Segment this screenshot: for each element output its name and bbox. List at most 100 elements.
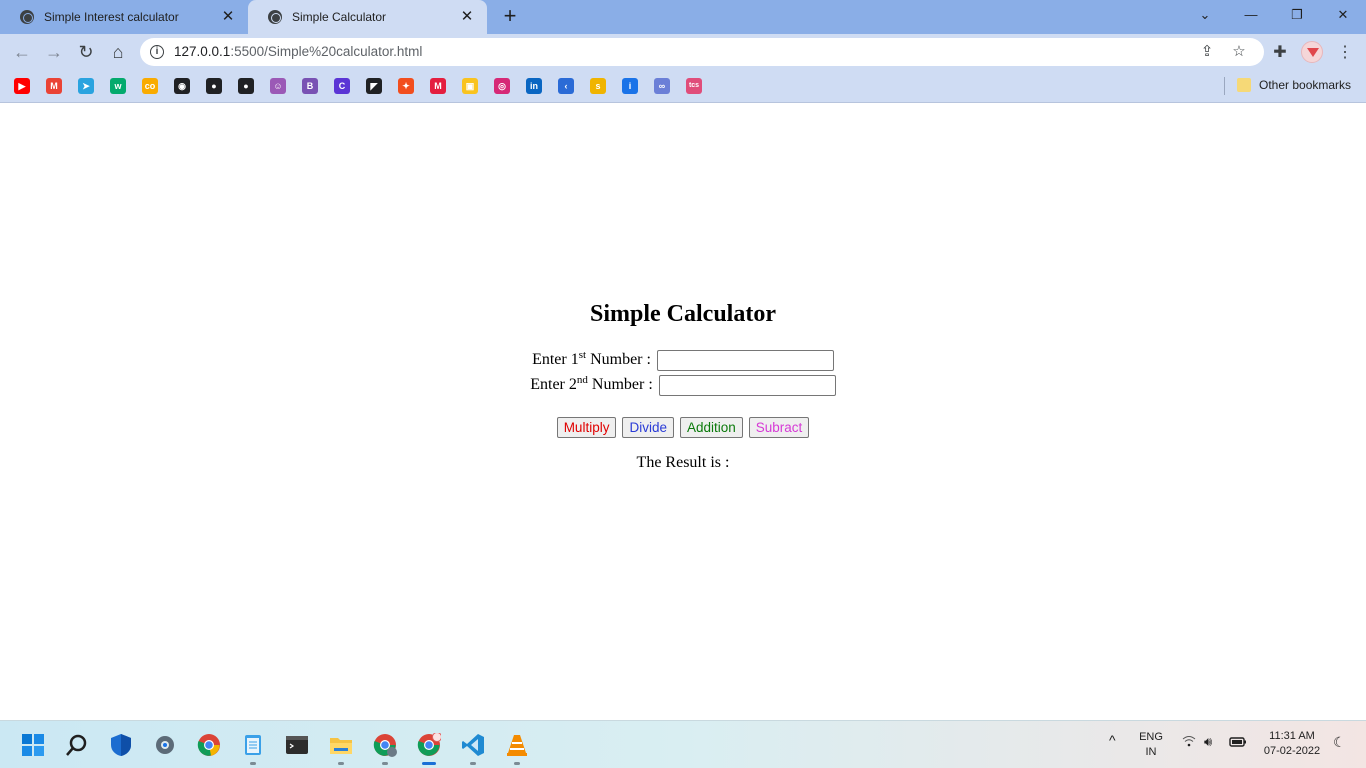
telegram-icon[interactable]: ➤ bbox=[78, 78, 94, 94]
first-number-row: Enter 1st Number : bbox=[0, 350, 1366, 371]
url-path: :5500/Simple%20calculator.html bbox=[230, 44, 423, 59]
show-hidden-icons-chevron[interactable]: ^ bbox=[1109, 733, 1116, 748]
bookmark-star-icon[interactable]: ☆ bbox=[1230, 43, 1248, 61]
battery-icon[interactable] bbox=[1229, 736, 1247, 753]
clock[interactable]: 11:31 AM 07-02-2022 bbox=[1256, 729, 1328, 759]
wifi-icon[interactable] bbox=[1182, 735, 1196, 751]
addition-button[interactable]: Addition bbox=[679, 417, 743, 438]
new-tab-button[interactable]: + bbox=[498, 5, 522, 29]
windows-taskbar: ^ ENG IN 🔊︎ 11:31 AM 07-02-2022 ☾ bbox=[0, 720, 1366, 768]
operation-buttons: Multiply Divide Addition Subract bbox=[0, 417, 1366, 438]
bookmarks-separator bbox=[1224, 77, 1225, 95]
tab-simple-interest[interactable]: Simple Interest calculator ✕ bbox=[0, 0, 248, 34]
minimize-button[interactable]: — bbox=[1228, 0, 1274, 30]
linkedin-icon[interactable]: in bbox=[526, 78, 542, 94]
back-button[interactable]: ← bbox=[10, 40, 34, 64]
menu-kebab-icon[interactable]: ⋮ bbox=[1334, 42, 1356, 64]
url-text[interactable]: 127.0.0.1:5500/Simple%20calculator.html bbox=[174, 44, 422, 59]
extensions-icon[interactable]: ✚ bbox=[1269, 42, 1291, 64]
folder-icon bbox=[1237, 78, 1251, 92]
reload-button[interactable]: ↻ bbox=[74, 40, 98, 64]
chrome-icon[interactable] bbox=[197, 733, 221, 757]
canva-icon[interactable]: C bbox=[334, 78, 350, 94]
subtract-button[interactable]: Subract bbox=[748, 417, 810, 438]
youtube-icon[interactable]: ▶ bbox=[14, 78, 30, 94]
gmail-icon[interactable]: M bbox=[46, 78, 62, 94]
site-info-icon[interactable]: i bbox=[150, 45, 164, 59]
close-tab-icon[interactable]: ✕ bbox=[220, 9, 236, 25]
result-label: The Result is : bbox=[636, 454, 730, 471]
search-icon[interactable] bbox=[65, 733, 89, 757]
other-bookmarks[interactable]: Other bookmarks bbox=[1259, 78, 1351, 92]
tcs-icon[interactable]: tcs bbox=[686, 78, 702, 94]
language-indicator[interactable]: ENG IN bbox=[1136, 730, 1166, 760]
file-explorer-icon[interactable] bbox=[329, 733, 353, 757]
swirl-icon[interactable]: ∞ bbox=[654, 78, 670, 94]
colab-icon[interactable]: co bbox=[142, 78, 158, 94]
kotlin-icon[interactable]: ‹ bbox=[558, 78, 574, 94]
chrome-active-icon[interactable] bbox=[417, 732, 442, 757]
close-tab-icon[interactable]: ✕ bbox=[459, 9, 475, 25]
restore-button[interactable]: ❐ bbox=[1274, 0, 1320, 30]
second-number-input[interactable] bbox=[658, 375, 836, 396]
start-icon[interactable] bbox=[21, 733, 45, 757]
github-icon[interactable]: ● bbox=[206, 78, 222, 94]
bootstrap-icon[interactable]: B bbox=[302, 78, 318, 94]
running-indicator bbox=[250, 762, 256, 765]
settings-icon[interactable] bbox=[153, 733, 177, 757]
figma-icon[interactable]: ✦ bbox=[398, 78, 414, 94]
chrome-profile-icon[interactable] bbox=[373, 733, 397, 757]
url-host: 127.0.0.1 bbox=[174, 44, 231, 59]
focus-assist-moon-icon[interactable]: ☾ bbox=[1333, 735, 1346, 750]
result-line: The Result is : bbox=[0, 454, 1366, 472]
running-indicator bbox=[514, 762, 520, 765]
globe-icon bbox=[20, 10, 34, 24]
divide-button[interactable]: Divide bbox=[622, 417, 674, 438]
vscode-icon[interactable] bbox=[461, 733, 485, 757]
tab-strip: Simple Interest calculator ✕ Simple Calc… bbox=[0, 0, 1366, 34]
bookmarks-bar: ▶ M ➤ w co ◉ ● ● ☺ B C ◤ ✦ M ▣ ◎ in ‹ s i ∞ tcs Other bookmar… bbox=[0, 70, 1366, 103]
avatar-bookmark-icon[interactable]: ☺ bbox=[270, 78, 286, 94]
share-icon[interactable]: ⇪ bbox=[1198, 43, 1216, 61]
github-icon-2[interactable]: ● bbox=[238, 78, 254, 94]
forward-button[interactable]: → bbox=[42, 40, 66, 64]
multiply-button[interactable]: Multiply bbox=[556, 417, 617, 438]
second-number-label: Enter 2nd Number : bbox=[530, 374, 653, 394]
tab-title: Simple Calculator bbox=[292, 10, 387, 24]
red-m-icon[interactable]: M bbox=[430, 78, 446, 94]
globe-icon bbox=[268, 10, 282, 24]
notepad-icon[interactable] bbox=[241, 733, 265, 757]
running-indicator bbox=[470, 762, 476, 765]
shine-icon[interactable]: s bbox=[590, 78, 606, 94]
info-bookmark-icon[interactable]: i bbox=[622, 78, 638, 94]
vlc-icon[interactable] bbox=[505, 733, 529, 757]
globe-icon[interactable]: ◉ bbox=[174, 78, 190, 94]
first-number-label: Enter 1st Number : bbox=[532, 349, 651, 369]
defender-icon[interactable] bbox=[109, 733, 133, 757]
home-button[interactable]: ⌂ bbox=[106, 40, 130, 64]
dark-square-icon[interactable]: ◤ bbox=[366, 78, 382, 94]
clock-date: 07-02-2022 bbox=[1263, 745, 1321, 757]
close-window-button[interactable]: ✕ bbox=[1320, 0, 1366, 30]
region-code: IN bbox=[1145, 746, 1157, 758]
first-number-input[interactable] bbox=[656, 350, 834, 371]
volume-icon[interactable]: 🔊︎ bbox=[1204, 734, 1212, 749]
address-bar[interactable]: i 127.0.0.1:5500/Simple%20calculator.htm… bbox=[140, 38, 1264, 66]
clock-time: 11:31 AM bbox=[1269, 730, 1315, 742]
w3-icon[interactable]: w bbox=[110, 78, 126, 94]
tab-title: Simple Interest calculator bbox=[44, 10, 179, 24]
terminal-icon[interactable] bbox=[285, 733, 309, 757]
second-number-row: Enter 2nd Number : bbox=[0, 375, 1366, 396]
instagram-icon[interactable]: ◎ bbox=[494, 78, 510, 94]
running-indicator bbox=[382, 762, 388, 765]
tab-simple-calculator[interactable]: Simple Calculator ✕ bbox=[248, 0, 487, 34]
active-app-indicator bbox=[422, 762, 436, 765]
page-content: Simple Calculator Enter 1st Number : Ent… bbox=[0, 103, 1366, 720]
page-title: Simple Calculator bbox=[590, 301, 776, 327]
browser-toolbar: ← → ↻ ⌂ i 127.0.0.1:5500/Simple%20calcul… bbox=[0, 34, 1366, 70]
tab-search-button[interactable]: ⌄ bbox=[1182, 0, 1228, 30]
keep-icon[interactable]: ▣ bbox=[462, 78, 478, 94]
language-code: ENG bbox=[1139, 731, 1163, 743]
profile-avatar-icon[interactable] bbox=[1301, 41, 1323, 63]
running-indicator bbox=[338, 762, 344, 765]
